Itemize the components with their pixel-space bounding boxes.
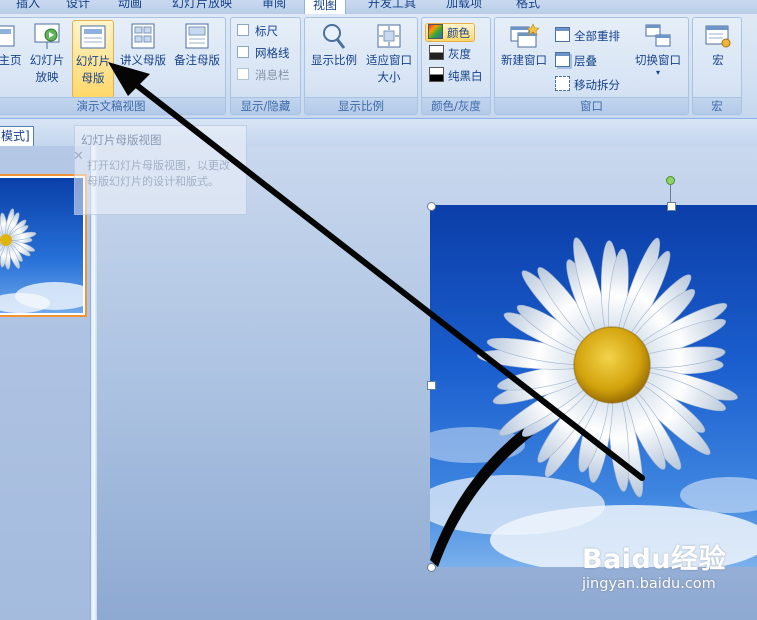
watermark-url: jingyan.baidu.com (582, 576, 716, 592)
baidu-jingyan-watermark: Baidu经验 jingyan.baidu.com (582, 545, 726, 593)
annotation-arrow (108, 62, 645, 481)
watermark-brand: Baidu经验 (582, 544, 727, 575)
